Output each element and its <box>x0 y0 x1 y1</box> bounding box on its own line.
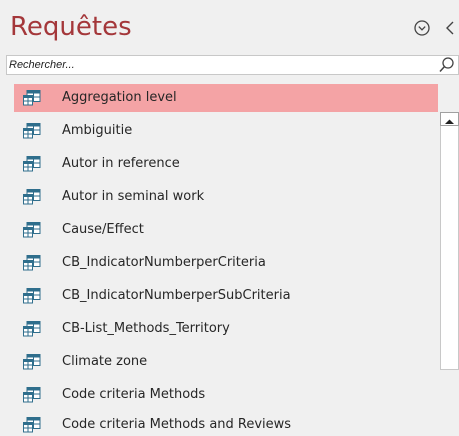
search-icon[interactable] <box>437 56 457 74</box>
list-item[interactable]: Ambiguitie <box>14 117 438 145</box>
query-icon <box>23 417 41 433</box>
circle-chevron-down-icon <box>414 20 430 36</box>
query-icon <box>23 255 41 271</box>
list-item-label: CB-List_Methods_Territory <box>62 321 230 336</box>
pane-header: Requêtes <box>0 0 459 52</box>
list-item-label: Autor in seminal work <box>62 189 205 204</box>
collapse-pane-button[interactable] <box>441 18 459 38</box>
scrollbar-track[interactable] <box>440 126 459 370</box>
list-item-label: Aggregation level <box>62 90 177 105</box>
list-item-label: Cause/Effect <box>62 222 144 237</box>
chevron-left-icon <box>446 21 454 35</box>
list-item-label: Code criteria Methods <box>62 387 206 402</box>
query-icon <box>23 288 41 304</box>
list-item[interactable]: Code criteria Methods <box>14 381 438 409</box>
list-item[interactable]: Autor in seminal work <box>14 183 438 211</box>
list-item[interactable]: Autor in reference <box>14 150 438 178</box>
list-item-label: CB_IndicatorNumberperCriteria <box>62 255 266 270</box>
query-icon <box>23 189 41 205</box>
query-icon <box>23 90 41 106</box>
search-input[interactable] <box>9 57 429 73</box>
list-item[interactable]: CB_IndicatorNumberperSubCriteria <box>14 282 438 310</box>
search-box <box>6 55 459 75</box>
list-item-label: Code criteria Methods and Reviews <box>62 417 292 432</box>
query-icon <box>23 123 41 139</box>
list-item[interactable]: Code criteria Methods and Reviews <box>14 411 438 436</box>
list-item-label: Autor in reference <box>62 156 180 171</box>
pane-menu-button[interactable] <box>413 19 431 37</box>
list-item[interactable]: Cause/Effect <box>14 216 438 244</box>
scroll-up-button[interactable] <box>440 112 459 126</box>
query-list: Aggregation level Ambiguitie Autor in re… <box>0 84 459 436</box>
query-icon <box>23 222 41 238</box>
query-icon <box>23 387 41 403</box>
list-item-label: CB_IndicatorNumberperSubCriteria <box>62 288 291 303</box>
query-icon <box>23 354 41 370</box>
list-item-label: Ambiguitie <box>62 123 133 138</box>
list-item[interactable]: Climate zone <box>14 348 438 376</box>
list-item[interactable]: Aggregation level <box>14 84 438 112</box>
list-item[interactable]: CB_IndicatorNumberperCriteria <box>14 249 438 277</box>
navigation-pane: Requêtes Rechercher... Aggregation level… <box>0 0 459 436</box>
list-item[interactable]: CB-List_Methods_Territory <box>14 315 438 343</box>
query-icon <box>23 156 41 172</box>
list-item-label: Climate zone <box>62 354 148 369</box>
query-icon <box>23 321 41 337</box>
pane-title: Requêtes <box>10 12 132 42</box>
